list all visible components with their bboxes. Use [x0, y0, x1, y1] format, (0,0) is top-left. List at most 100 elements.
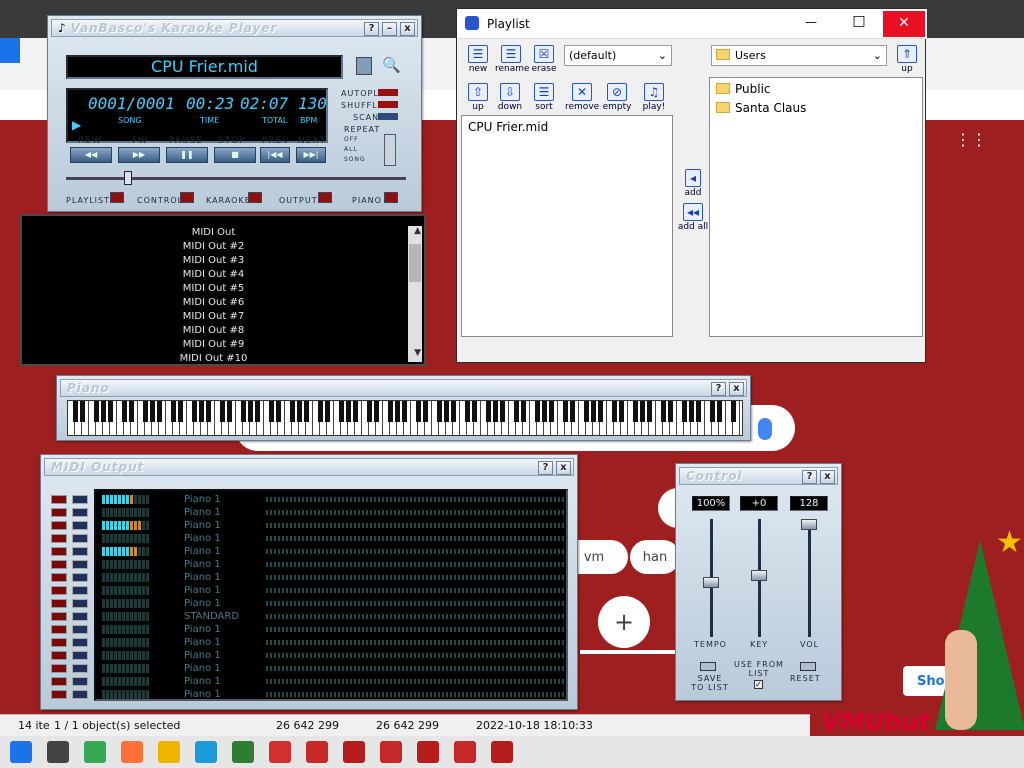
black-key[interactable]: [570, 401, 575, 422]
mute-button[interactable]: [51, 690, 67, 699]
solo-button[interactable]: [72, 508, 88, 517]
midi-out-item[interactable]: MIDI Out #3: [22, 254, 405, 268]
save-icon[interactable]: [356, 57, 372, 75]
solo-button[interactable]: [72, 495, 88, 504]
black-key[interactable]: [220, 401, 225, 422]
solo-button[interactable]: [72, 521, 88, 530]
mute-button[interactable]: [51, 547, 67, 556]
black-key[interactable]: [612, 401, 617, 422]
key-slider-thumb[interactable]: [751, 570, 767, 581]
solo-button[interactable]: [72, 599, 88, 608]
black-key[interactable]: [304, 401, 309, 422]
chrome-icon[interactable]: [84, 741, 106, 763]
midi-out-item[interactable]: MIDI Out #2: [22, 240, 405, 254]
black-key[interactable]: [129, 401, 134, 422]
black-key[interactable]: [423, 401, 428, 422]
black-key[interactable]: [290, 401, 295, 422]
black-key[interactable]: [367, 401, 372, 422]
black-key[interactable]: [444, 401, 449, 422]
help-button[interactable]: ?: [802, 470, 817, 484]
scroll-up-icon[interactable]: ▲: [414, 226, 421, 236]
add-shortcut-button[interactable]: +: [598, 596, 650, 648]
midi-output-titlebar[interactable]: MIDI Output ? x: [44, 458, 574, 476]
close-button[interactable]: x: [729, 382, 744, 396]
midi-out-item[interactable]: MIDI Out #6: [22, 296, 405, 310]
sort-button[interactable]: ☰ sort: [529, 83, 559, 112]
black-key[interactable]: [535, 401, 540, 422]
solo-button[interactable]: [72, 677, 88, 686]
add-button[interactable]: ◂ add: [678, 169, 708, 198]
black-key[interactable]: [619, 401, 624, 422]
vol-slider-thumb[interactable]: [801, 519, 817, 530]
minimize-button[interactable]: —: [791, 15, 831, 33]
maps-icon[interactable]: [195, 741, 217, 763]
black-key[interactable]: [150, 401, 155, 422]
play-button[interactable]: ♫ play!: [639, 83, 669, 112]
calculator-icon[interactable]: [343, 741, 365, 763]
black-key[interactable]: [178, 401, 183, 422]
explorer-icon[interactable]: [158, 741, 180, 763]
black-key[interactable]: [661, 401, 666, 422]
midi-out-item[interactable]: MIDI Out #8: [22, 324, 405, 338]
tool-icon[interactable]: [306, 741, 328, 763]
black-key[interactable]: [486, 401, 491, 422]
black-key[interactable]: [192, 401, 197, 422]
black-key[interactable]: [101, 401, 106, 422]
playlist-titlebar[interactable]: Playlist — □ ✕: [457, 9, 927, 39]
black-key[interactable]: [731, 401, 736, 422]
folder-item[interactable]: Santa Claus: [716, 101, 916, 120]
scrollbar[interactable]: [408, 226, 422, 362]
search-icon[interactable]: 🔍: [382, 56, 401, 74]
mute-button[interactable]: [51, 534, 67, 543]
black-key[interactable]: [549, 401, 554, 422]
use-from-list-checkbox[interactable]: ✓: [754, 680, 763, 689]
black-key[interactable]: [717, 401, 722, 422]
black-key[interactable]: [633, 401, 638, 422]
mute-button[interactable]: [51, 664, 67, 673]
black-key[interactable]: [199, 401, 204, 422]
rename-playlist-button[interactable]: ☰ rename: [495, 45, 530, 74]
playlist-toggle[interactable]: [110, 192, 124, 203]
solo-button[interactable]: [72, 573, 88, 582]
seek-thumb[interactable]: [124, 171, 132, 185]
black-key[interactable]: [339, 401, 344, 422]
piano-titlebar[interactable]: Piano ? x: [60, 379, 747, 397]
black-key[interactable]: [710, 401, 715, 422]
start-icon[interactable]: [10, 741, 32, 763]
apps-grid-icon[interactable]: ⋮⋮: [955, 130, 987, 150]
midi-out-item[interactable]: MIDI Out #4: [22, 268, 405, 282]
black-key[interactable]: [591, 401, 596, 422]
close-button[interactable]: x: [820, 470, 835, 484]
solo-button[interactable]: [72, 638, 88, 647]
solo-button[interactable]: [72, 586, 88, 595]
black-key[interactable]: [276, 401, 281, 422]
black-key[interactable]: [521, 401, 526, 422]
mute-button[interactable]: [51, 521, 67, 530]
black-key[interactable]: [563, 401, 568, 422]
midi-out-item[interactable]: MIDI Out #9: [22, 338, 405, 352]
repeat-all[interactable]: All: [344, 146, 358, 153]
mute-button[interactable]: [51, 651, 67, 660]
save-to-list-button[interactable]: [700, 662, 716, 671]
new-playlist-button[interactable]: ☰ new: [463, 45, 493, 74]
black-key[interactable]: [248, 401, 253, 422]
mute-button[interactable]: [51, 560, 67, 569]
next-button[interactable]: ▶▶|: [296, 147, 326, 163]
mute-button[interactable]: [51, 599, 67, 608]
forward-button[interactable]: ▶▶: [118, 147, 160, 163]
solo-button[interactable]: [72, 560, 88, 569]
solo-button[interactable]: [72, 625, 88, 634]
mute-button[interactable]: [51, 495, 67, 504]
remove-button[interactable]: ✕ remove: [565, 83, 599, 112]
black-key[interactable]: [227, 401, 232, 422]
playlist-select[interactable]: (default) ⌄: [564, 45, 672, 66]
box-icon[interactable]: [491, 741, 513, 763]
tempo-slider-thumb[interactable]: [703, 577, 719, 588]
seek-track[interactable]: [66, 177, 406, 180]
repeat-song[interactable]: Song: [344, 156, 366, 163]
piano-toggle[interactable]: [384, 192, 398, 203]
scroll-down-icon[interactable]: ▼: [414, 348, 421, 358]
zip-icon[interactable]: [380, 741, 402, 763]
game-icon[interactable]: [232, 741, 254, 763]
task-view-icon[interactable]: [47, 741, 69, 763]
